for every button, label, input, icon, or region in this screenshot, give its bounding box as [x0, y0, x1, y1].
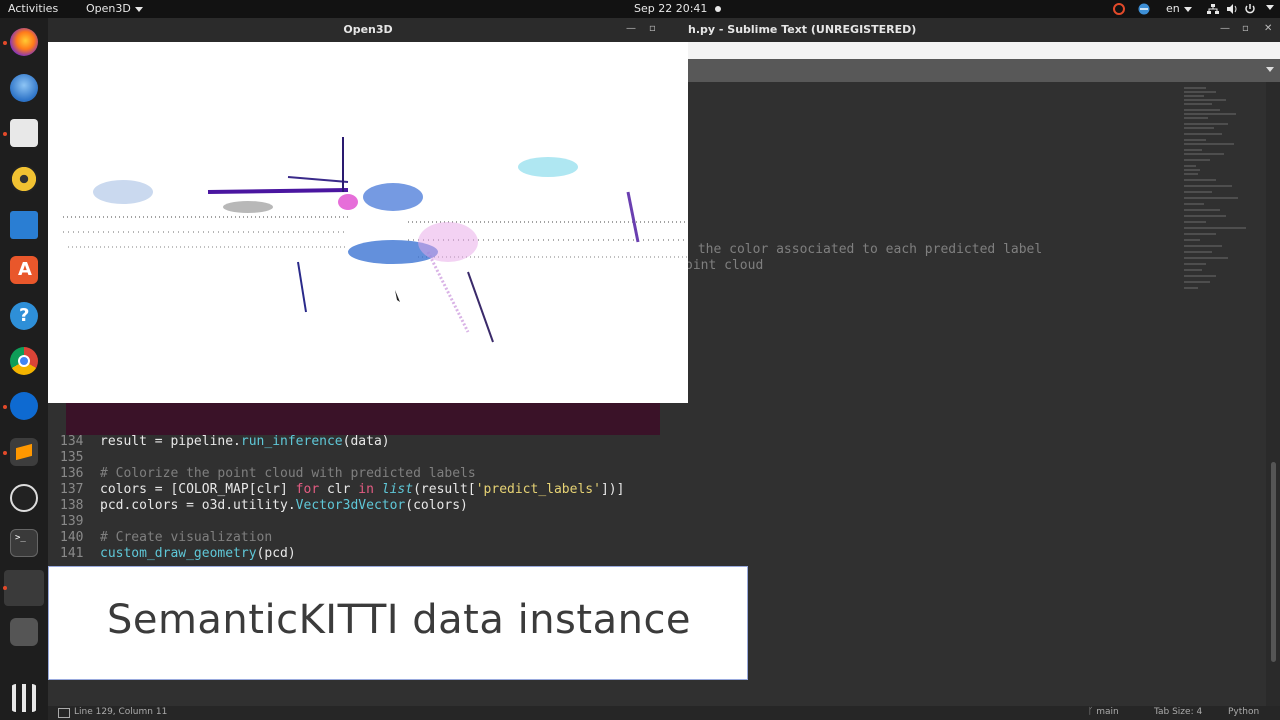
close-window-icon[interactable]: ✕ [1264, 23, 1272, 34]
thunderbird-icon[interactable] [10, 74, 38, 102]
running-indicator [3, 41, 7, 45]
syntax[interactable]: Python [1228, 707, 1259, 717]
running-indicator [3, 132, 7, 136]
notification-dot-icon [715, 6, 722, 12]
help-glyph: ? [19, 305, 30, 326]
teamviewer-tray-icon[interactable] [1138, 3, 1150, 15]
maximize-icon[interactable]: ▫ [1242, 23, 1249, 34]
maximize-icon[interactable]: ▫ [649, 23, 656, 34]
code-line: colors = [COLOR_MAP[clr] for clr in list… [100, 482, 625, 497]
cursor-position[interactable]: Line 129, Column 11 [74, 707, 167, 717]
panel-icon[interactable] [58, 708, 70, 718]
help-icon[interactable]: ? [10, 302, 38, 330]
branch-label: main [1096, 707, 1119, 717]
clock[interactable]: Sep 22 20:41 [634, 2, 722, 15]
volume-icon[interactable] [1226, 3, 1238, 15]
software-icon[interactable]: A [10, 256, 38, 284]
dock: A ? >_ [0, 18, 48, 720]
vertical-scrollbar[interactable] [1266, 82, 1280, 706]
language-menu[interactable]: en [1166, 2, 1192, 15]
software-glyph: A [18, 259, 32, 280]
chevron-down-icon [134, 6, 143, 12]
git-branch[interactable]: ᚴ main [1088, 707, 1119, 717]
minimize-icon[interactable]: — [626, 23, 636, 34]
line-number: 136 [60, 466, 84, 481]
teamviewer-icon[interactable] [10, 392, 38, 420]
top-bar: Activities Open3D Sep 22 20:41 en [0, 0, 1280, 18]
rhythmbox-icon[interactable] [10, 165, 38, 193]
app-menu[interactable]: Open3D [86, 2, 143, 15]
caption-text: SemanticKITTI data instance [106, 597, 692, 643]
code-line: pcd.colors = o3d.utility.Vector3dVector(… [100, 498, 468, 513]
code-line: custom_draw_geometry(pcd) [100, 546, 296, 561]
running-indicator [3, 451, 7, 455]
code-line: result = pipeline.run_inference(data) [100, 434, 390, 449]
minimize-icon[interactable]: — [1220, 23, 1230, 34]
line-number: 140 [60, 530, 84, 545]
chevron-down-icon [1183, 6, 1192, 12]
chrome-icon[interactable] [10, 347, 38, 375]
language-label: en [1166, 2, 1180, 15]
line-number: 135 [60, 450, 84, 465]
activities-button[interactable]: Activities [8, 2, 58, 15]
line-number: 141 [60, 546, 84, 561]
sublime-title: h.py - Sublime Text (UNREGISTERED) [688, 23, 917, 36]
app-menu-label: Open3D [86, 2, 131, 15]
chevron-down-icon[interactable] [1266, 67, 1274, 72]
line-number: 134 [60, 434, 84, 449]
obs-icon[interactable] [10, 484, 38, 512]
comment-line: oint cloud [685, 258, 764, 273]
running-indicator [3, 405, 7, 409]
code-line: # Colorize the point cloud with predicte… [100, 466, 476, 481]
sublime-icon[interactable] [10, 438, 38, 466]
network-icon[interactable] [1207, 3, 1219, 15]
power-icon[interactable] [1244, 3, 1256, 15]
clock-label: Sep 22 20:41 [634, 2, 708, 15]
tab-size[interactable]: Tab Size: 4 [1154, 707, 1202, 717]
line-number: 137 [60, 482, 84, 497]
files-icon[interactable] [10, 119, 38, 147]
app-icon[interactable] [4, 570, 44, 606]
highlight-strip [66, 403, 660, 435]
scrollbar-thumb[interactable] [1271, 462, 1276, 662]
line-number: 139 [60, 514, 84, 529]
comment-line: the color associated to each predicted l… [690, 242, 1043, 257]
open3d-title: Open3D [343, 23, 393, 36]
status-bar: Line 129, Column 11 ᚴ main Tab Size: 4 P… [48, 706, 1280, 720]
caption-overlay: SemanticKITTI data instance [48, 566, 748, 680]
code-line: # Create visualization [100, 530, 273, 545]
minimap[interactable] [1176, 84, 1266, 294]
terminal-icon[interactable]: >_ [10, 529, 38, 557]
open3d-titlebar[interactable]: Open3D — ▫ [48, 18, 688, 42]
writer-icon[interactable] [10, 211, 38, 239]
app-grid-icon[interactable] [10, 684, 38, 712]
line-number: 138 [60, 498, 84, 513]
running-indicator [3, 586, 7, 590]
chevron-down-icon[interactable] [1266, 5, 1274, 10]
ubuntu-icon[interactable] [1113, 3, 1125, 15]
terminal-glyph: >_ [15, 533, 26, 543]
firefox-icon[interactable] [10, 28, 38, 56]
point-cloud-viewport[interactable] [48, 42, 688, 403]
usb-icon[interactable] [10, 618, 38, 646]
open3d-window: Open3D — ▫ [48, 18, 688, 403]
